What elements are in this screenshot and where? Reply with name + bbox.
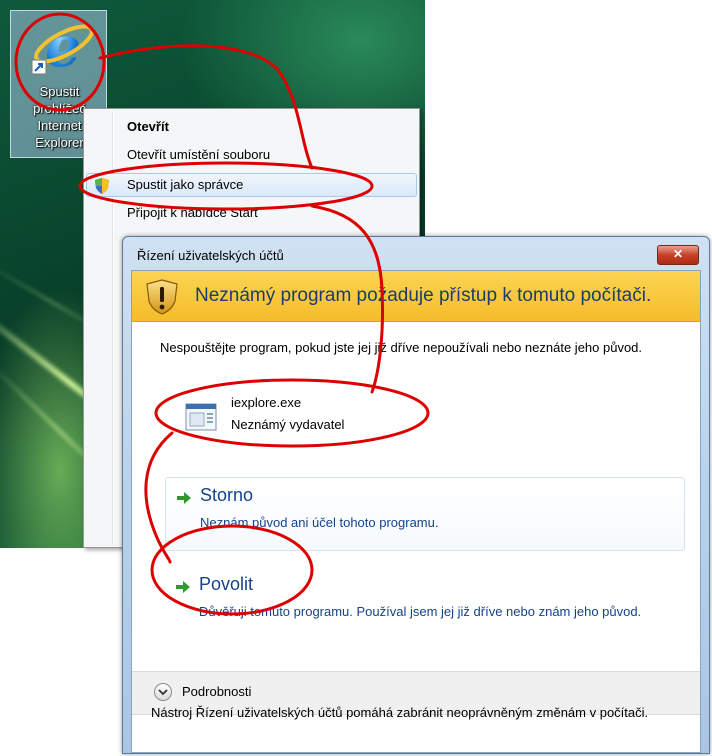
warning-shield-icon	[146, 279, 178, 315]
green-arrow-icon	[176, 581, 190, 593]
allow-option-description: Důvěřuji tomuto programu. Používal jsem …	[199, 604, 642, 619]
shortcut-label-line: Spustit	[39, 84, 80, 99]
svg-text:e: e	[45, 14, 81, 80]
menu-item-pin-to-start[interactable]: Připojit k nabídce Start	[86, 201, 417, 225]
cancel-option-description: Neznám původ ani účel tohoto programu.	[200, 515, 439, 530]
chevron-down-icon	[158, 689, 168, 696]
warning-text: Nespouštějte program, pokud jste jej již…	[160, 340, 643, 355]
program-name: iexplore.exe	[231, 395, 302, 410]
footer-text: Nástroj Řízení uživatelských účtů pomáhá…	[151, 705, 649, 720]
uac-dialog: Řízení uživatelských účtů ✕ Neznámý prog…	[122, 236, 710, 754]
allow-option-title: Povolit	[199, 574, 254, 594]
menu-item-label: Spustit jako správce	[127, 177, 244, 192]
menu-item-open-file-location[interactable]: Otevřít umístění souboru	[86, 143, 417, 167]
cancel-option-title: Storno	[200, 485, 254, 505]
program-publisher: Neznámý vydavatel	[231, 417, 345, 432]
close-icon: ✕	[672, 247, 684, 261]
program-icon	[185, 403, 217, 431]
dialog-content: Neznámý program požaduje přístup k tomut…	[131, 270, 701, 753]
internet-explorer-icon: e	[31, 14, 94, 80]
menu-item-run-as-admin[interactable]: Spustit jako správce	[86, 173, 417, 197]
details-expand-button[interactable]	[154, 683, 172, 701]
cancel-option-button[interactable]: Storno Neznám původ ani účel tohoto prog…	[165, 477, 685, 551]
details-label[interactable]: Podrobnosti	[182, 684, 251, 699]
green-arrow-icon	[177, 492, 191, 504]
banner-message: Neznámý program požaduje přístup k tomut…	[195, 285, 652, 306]
uac-shield-icon	[95, 178, 109, 194]
warning-banner: Neznámý program požaduje přístup k tomut…	[132, 271, 700, 322]
menu-item-open[interactable]: Otevřít	[86, 115, 417, 139]
close-button[interactable]: ✕	[657, 245, 699, 265]
allow-option-button[interactable]: Povolit Důvěřuji tomuto programu. Použív…	[165, 567, 685, 647]
dialog-title: Řízení uživatelských účtů	[137, 248, 284, 263]
